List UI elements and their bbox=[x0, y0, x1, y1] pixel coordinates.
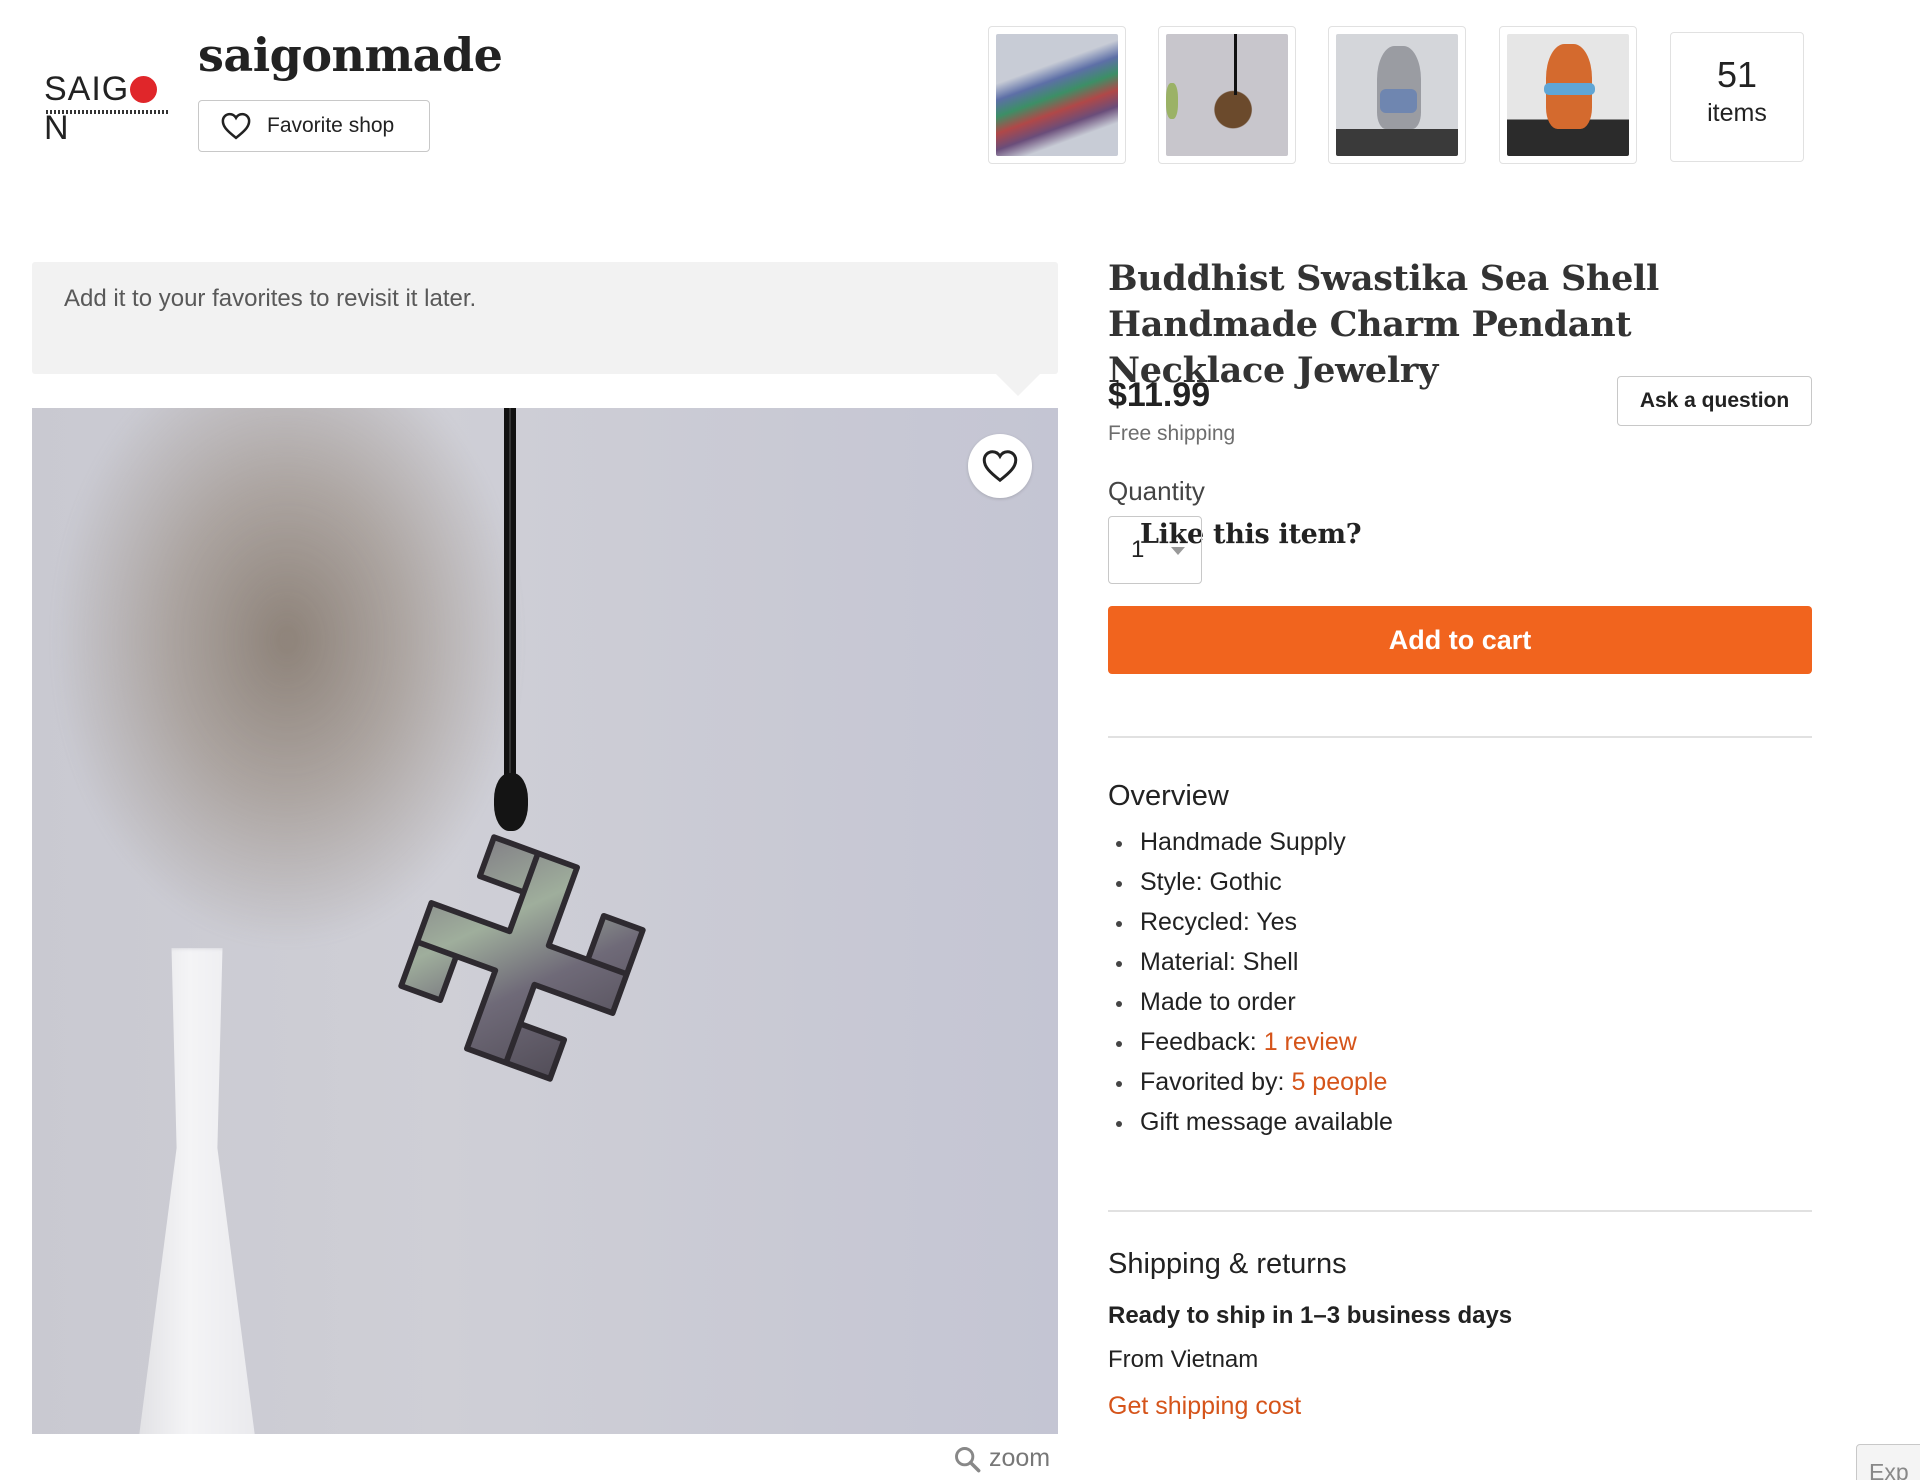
favorite-shop-button[interactable]: Favorite shop bbox=[198, 100, 430, 152]
shop-name[interactable]: saigonmade bbox=[198, 28, 503, 82]
overview-heading: Overview bbox=[1108, 780, 1229, 812]
shipping-note: Free shipping bbox=[1108, 422, 1236, 445]
thumbnail-image bbox=[1336, 34, 1458, 156]
overview-list: Handmade Supply Style: Gothic Recycled: … bbox=[1108, 822, 1393, 1142]
ready-to-ship: Ready to ship in 1–3 business days bbox=[1108, 1302, 1513, 1329]
items-count: 51 bbox=[1716, 54, 1758, 95]
quantity-label: Quantity bbox=[1108, 476, 1205, 506]
list-item: Favorited by: 5 people bbox=[1108, 1062, 1393, 1102]
banner-title: Like this item? bbox=[1140, 519, 1362, 550]
list-item: Feedback: 1 review bbox=[1108, 1022, 1393, 1062]
favorite-prompt-banner: Like this item? Add it to your favorites… bbox=[32, 262, 1362, 550]
add-to-cart-button[interactable]: Add to cart bbox=[1108, 606, 1812, 674]
magnifier-icon bbox=[955, 1446, 981, 1472]
reviews-link[interactable]: 1 review bbox=[1264, 1028, 1357, 1056]
list-item: Gift message available bbox=[1108, 1102, 1393, 1142]
banner-pointer bbox=[996, 374, 1040, 396]
section-divider bbox=[1108, 1210, 1812, 1212]
ships-from: From Vietnam bbox=[1108, 1346, 1259, 1373]
items-label: items bbox=[1707, 99, 1767, 127]
expand-tab[interactable]: Exp bbox=[1856, 1444, 1920, 1480]
shop-items-count-link[interactable]: 51 items bbox=[1670, 32, 1804, 162]
quantity-select[interactable]: 1 bbox=[1108, 516, 1202, 584]
favorite-shop-label: Favorite shop bbox=[267, 114, 395, 137]
product-image[interactable] bbox=[32, 408, 1058, 1434]
pendant-cord bbox=[504, 408, 516, 828]
thumbnail-image bbox=[1166, 34, 1288, 156]
product-price: $11.99 bbox=[1108, 376, 1211, 414]
quantity-value: 1 bbox=[1131, 536, 1145, 563]
ask-question-button[interactable]: Ask a question bbox=[1617, 376, 1812, 426]
shipping-heading: Shipping & returns bbox=[1108, 1248, 1347, 1280]
section-divider bbox=[1108, 736, 1812, 738]
add-to-favorites-button[interactable] bbox=[968, 434, 1032, 498]
logo-underline bbox=[46, 110, 168, 114]
cord-knot bbox=[494, 773, 528, 831]
get-shipping-cost-link[interactable]: Get shipping cost bbox=[1108, 1392, 1301, 1421]
shop-item-thumbnail[interactable] bbox=[988, 26, 1126, 164]
favorited-by-link[interactable]: 5 people bbox=[1291, 1068, 1387, 1096]
thumbnail-image bbox=[996, 34, 1118, 156]
white-vase bbox=[137, 948, 257, 1434]
zoom-button[interactable]: zoom bbox=[953, 1444, 1050, 1473]
chevron-down-icon bbox=[1171, 547, 1185, 555]
list-item: Material: Shell bbox=[1108, 942, 1393, 982]
banner-subtitle: Add it to your favorites to revisit it l… bbox=[64, 285, 477, 312]
list-item: Made to order bbox=[1108, 982, 1393, 1022]
shell-pendant bbox=[398, 834, 646, 1082]
list-item: Recycled: Yes bbox=[1108, 902, 1393, 942]
shop-item-thumbnail[interactable] bbox=[1158, 26, 1296, 164]
heart-icon bbox=[221, 112, 251, 140]
thumbnail-image bbox=[1507, 34, 1629, 156]
shop-item-thumbnail[interactable] bbox=[1328, 26, 1466, 164]
shop-item-thumbnail[interactable] bbox=[1499, 26, 1637, 164]
product-title: Buddhist Swastika Sea Shell Handmade Cha… bbox=[1108, 258, 1660, 391]
list-item: Handmade Supply bbox=[1108, 822, 1393, 862]
shop-logo[interactable]: SAIGN bbox=[40, 62, 175, 147]
zoom-label: zoom bbox=[989, 1444, 1051, 1472]
list-item: Style: Gothic bbox=[1108, 862, 1393, 902]
logo-wordmark: SAIGN bbox=[44, 70, 175, 148]
heart-icon bbox=[982, 450, 1018, 483]
logo-red-dot bbox=[130, 76, 158, 103]
